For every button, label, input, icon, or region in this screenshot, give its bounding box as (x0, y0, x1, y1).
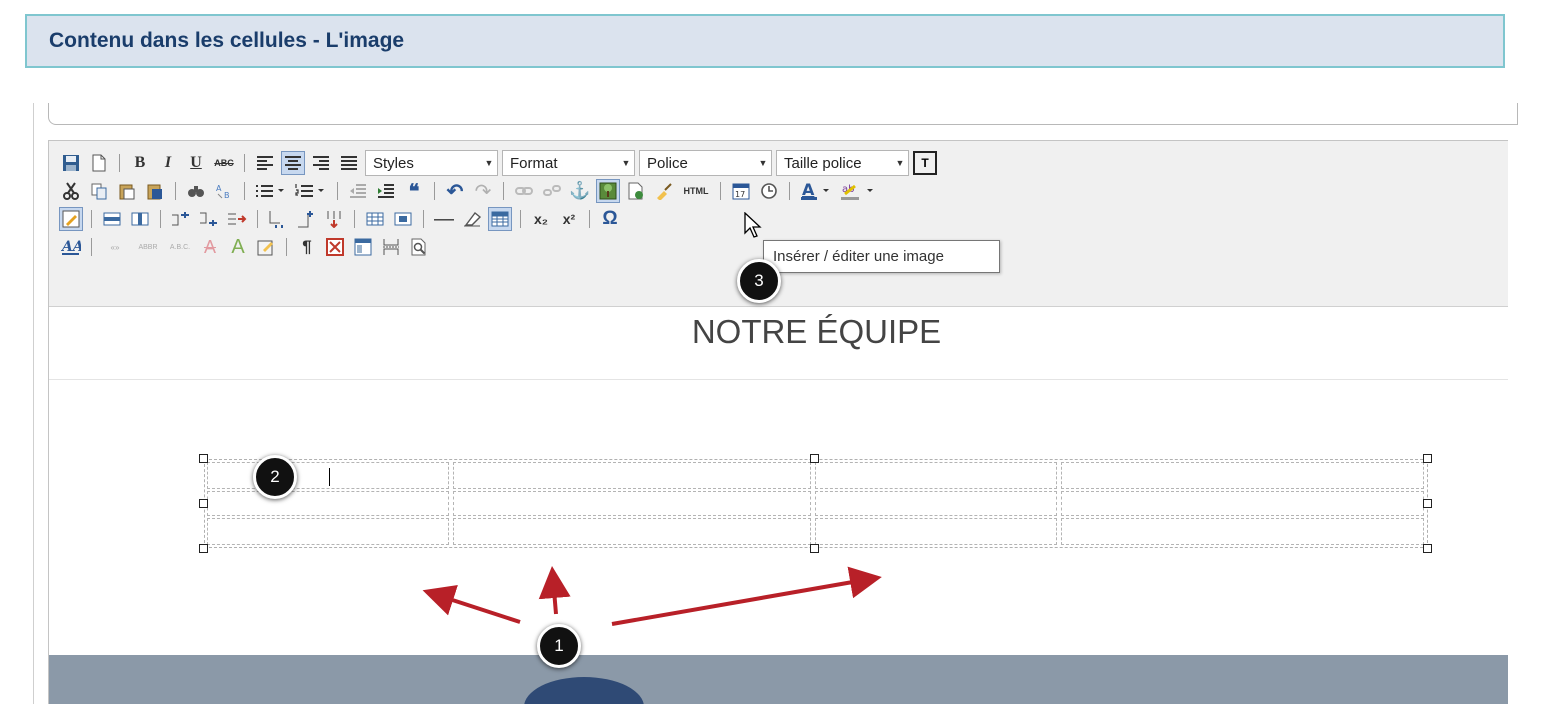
annotation-arrows (422, 566, 882, 626)
callout-2: 2 (253, 455, 297, 499)
callout-1: 1 (537, 624, 581, 668)
callout-3: 3 (737, 259, 781, 303)
